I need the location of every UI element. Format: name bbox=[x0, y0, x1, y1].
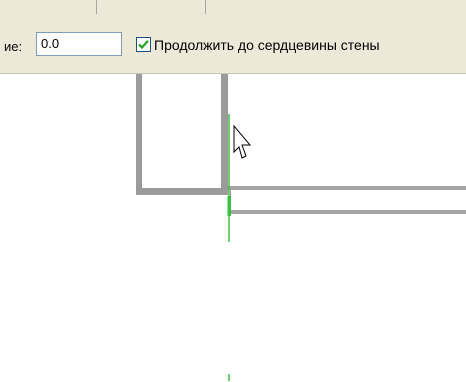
mouse-pointer-icon bbox=[233, 124, 252, 159]
toolbar-separator bbox=[205, 0, 206, 14]
checkmark-icon bbox=[138, 40, 149, 50]
options-bar: ие: 0.0 Продолжить до сердцевины стены bbox=[0, 22, 466, 74]
toolbar-separator bbox=[96, 0, 97, 14]
wall-left-edge bbox=[136, 74, 142, 195]
green-guide-highlight bbox=[227, 196, 231, 216]
extend-to-core-label[interactable]: Продолжить до сердцевины стены bbox=[154, 37, 380, 53]
wall-bottom-edge bbox=[136, 188, 228, 195]
offset-input[interactable]: 0.0 bbox=[36, 32, 122, 56]
extend-to-core-checkbox[interactable] bbox=[136, 37, 151, 52]
wall-right-edge bbox=[221, 74, 228, 195]
wall-horizontal-top bbox=[228, 186, 466, 190]
wall-horizontal-bottom bbox=[228, 210, 466, 214]
offset-label: ие: bbox=[4, 39, 23, 54]
drawing-canvas[interactable] bbox=[0, 74, 466, 382]
top-toolbar bbox=[0, 0, 466, 22]
